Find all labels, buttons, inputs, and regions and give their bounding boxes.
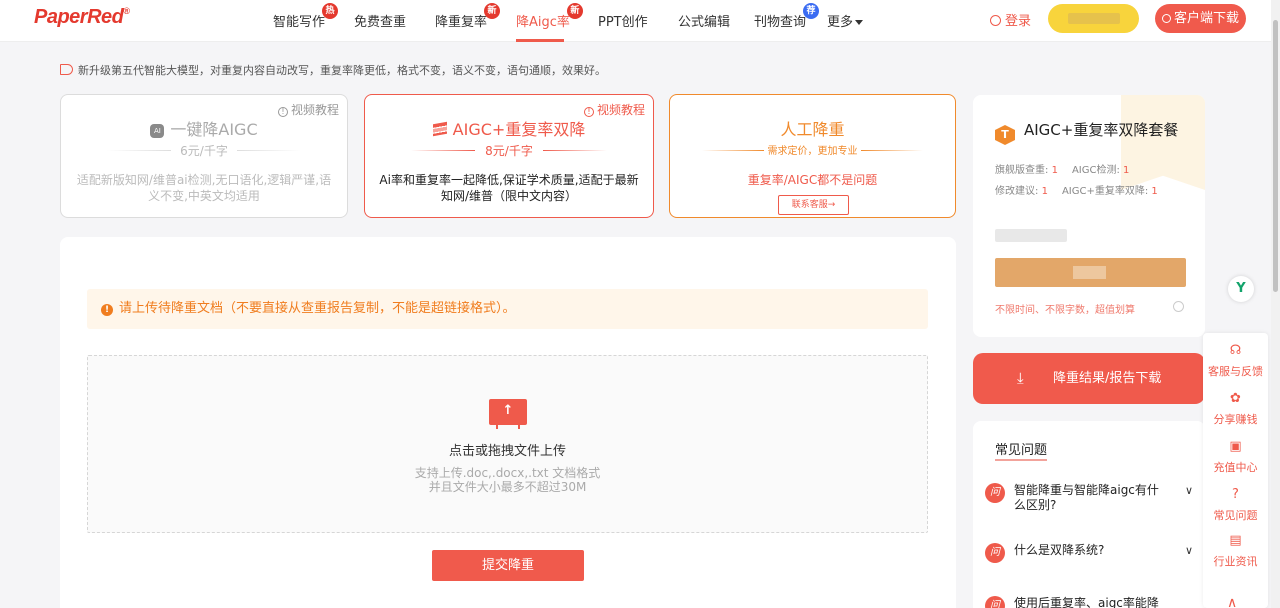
- top-header: PaperRed® 智能写作热 免费查重 降重复率新 降Aigc率新 PPT创作…: [0, 0, 1280, 42]
- upload-title: 点击或拖拽文件上传: [448, 444, 566, 459]
- blurred-text: [1073, 266, 1106, 279]
- download-icon: [1161, 14, 1171, 23]
- card-price: 需求定价，更加专业: [767, 146, 858, 157]
- card-one-click-aigc[interactable]: ! 视频教程 AI 一键降AIGC 6元/千字 适配新版知网/维普ai检测,无口语化…: [60, 94, 348, 218]
- notice-bar: 新升级第五代智能大模型，对重复内容自动改写，重复率降更低，格式不变，语义不变，语…: [60, 62, 606, 78]
- card-price: 8元/千字: [485, 144, 533, 158]
- card-description: 重复率/AIGC都不是问题: [747, 173, 878, 187]
- news-icon: ▤: [1229, 533, 1242, 548]
- nav-free-check[interactable]: 免费查重: [354, 11, 406, 30]
- floating-sidebar: ☊ 客服与反馈 ✿ 分享赚钱 ▣ 充值中心 ? 常见问题 ▤ 行业资讯 ∧: [1203, 333, 1268, 608]
- sidebar-recharge[interactable]: ▣ 充值中心: [1203, 439, 1268, 475]
- package-title: T AIGC+重复率双降套餐: [995, 119, 1178, 145]
- nav-ppt[interactable]: PPT创作: [598, 11, 648, 30]
- upload-panel: ! 请上传待降重文档（不要直接从查重报告复制，不能是超链接格式）。 ↑ 点击或拖拽…: [60, 237, 956, 608]
- upload-hint: 支持上传.doc,.docx,.txt 文档格式 并且文件大小最多不超过30M: [414, 466, 601, 494]
- new-badge: 新: [566, 3, 583, 19]
- upload-board-icon: ↑: [489, 399, 527, 429]
- package-icon: T: [995, 125, 1015, 145]
- assistant-fab[interactable]: Y: [1228, 276, 1254, 302]
- promo-pill[interactable]: [1048, 4, 1139, 33]
- question-badge-icon: 问: [985, 483, 1005, 503]
- paperred-logo[interactable]: PaperRed®: [34, 6, 130, 29]
- back-to-top-icon[interactable]: ∧: [1227, 595, 1237, 608]
- chevron-down-icon: ∨: [1184, 544, 1193, 557]
- active-nav-underline: [516, 39, 564, 42]
- file-dropzone[interactable]: ↑ 点击或拖拽文件上传 支持上传.doc,.docx,.txt 文档格式 并且文件…: [87, 355, 928, 533]
- sidebar-faq[interactable]: ? 常见问题: [1203, 487, 1268, 523]
- question-badge-icon: 问: [985, 596, 1005, 608]
- nav-smart-writing[interactable]: 智能写作热: [273, 3, 339, 30]
- question-icon: ?: [1232, 487, 1239, 502]
- sidebar-share[interactable]: ✿ 分享赚钱: [1203, 391, 1268, 427]
- package-footer: 不限时间、不限字数，超值划算: [995, 305, 1135, 316]
- check-circle-icon[interactable]: [1173, 301, 1184, 312]
- card-title: 人工降重: [780, 120, 845, 139]
- page-scrollbar[interactable]: [1271, 0, 1280, 608]
- card-title: AIGC+重复率双降: [365, 116, 653, 140]
- contact-support-button[interactable]: 联系客服→: [778, 195, 849, 215]
- blurred-text: [1068, 13, 1120, 24]
- package-card: T AIGC+重复率双降套餐 旗舰版查重: 1 AIGC检测: 1 修改建议: 1A…: [973, 95, 1205, 337]
- faq-title: 常见问题: [995, 443, 1048, 461]
- caret-down-icon: [855, 20, 864, 25]
- login-link[interactable]: 登录: [990, 10, 1031, 29]
- card-description: Ai率和重复率一起降低,保证学术质量,适配于最新知网/维普（限中文内容）: [379, 173, 639, 203]
- upload-warning: ! 请上传待降重文档（不要直接从查重报告复制，不能是超链接格式）。: [87, 289, 928, 329]
- recommend-badge: 荐: [803, 3, 820, 19]
- download-report-button[interactable]: ⤓ 降重结果/报告下载: [973, 353, 1205, 404]
- nav-reduce-duplicate[interactable]: 降重复率新: [435, 3, 501, 30]
- ai-icon: AI: [150, 124, 165, 138]
- hot-badge: 热: [322, 3, 339, 19]
- layers-icon: [432, 121, 447, 137]
- sidebar-support[interactable]: ☊ 客服与反馈: [1203, 343, 1268, 379]
- new-badge: 新: [484, 3, 501, 19]
- card-title: AI 一键降AIGC: [61, 116, 347, 140]
- recharge-icon: ▣: [1229, 439, 1242, 454]
- card-description: 适配新版知网/维普ai检测,无口语化,逻辑严谨,语义不变,中英文均适用: [76, 173, 332, 203]
- package-row: 旗舰版查重: 1 AIGC检测: 1: [995, 165, 1130, 176]
- chevron-down-icon: ∨: [1184, 484, 1193, 497]
- card-manual-reduction[interactable]: 人工降重 需求定价，更加专业 重复率/AIGC都不是问题 联系客服→: [669, 94, 956, 218]
- headset-icon: ☊: [1229, 343, 1242, 358]
- client-download-button[interactable]: 客户端下载: [1155, 4, 1246, 33]
- warning-icon: !: [101, 304, 113, 316]
- speaker-icon: [60, 64, 73, 75]
- nav-reduce-aigc[interactable]: 降Aigc率新: [516, 3, 583, 30]
- blurred-price: [995, 229, 1067, 242]
- share-icon: ✿: [1230, 391, 1241, 406]
- buy-package-button[interactable]: [995, 258, 1186, 287]
- nav-more[interactable]: 更多: [827, 11, 864, 30]
- question-badge-icon: 问: [985, 543, 1005, 563]
- nav-formula-editor[interactable]: 公式编辑: [678, 11, 730, 30]
- sidebar-news[interactable]: ▤ 行业资讯: [1203, 533, 1268, 569]
- package-row: 修改建议: 1 AIGC+重复率双降: 1: [995, 186, 1158, 197]
- card-price: 6元/千字: [180, 144, 228, 158]
- user-icon: [990, 15, 1001, 26]
- download-icon: ⤓: [1017, 369, 1024, 387]
- faq-panel: 常见问题 问智能降重与智能降aigc有什么区别? ∨ 问什么是双降系统? ∨ 问使用…: [973, 421, 1205, 608]
- nav-journal-search[interactable]: 刊物查询荐: [754, 3, 820, 30]
- scrollbar-thumb[interactable]: [1273, 20, 1278, 292]
- card-aigc-duplicate-dual[interactable]: ! 视频教程 AIGC+重复率双降 8元/千字 Ai率和重复率一起降低,保证学术质…: [364, 94, 654, 218]
- submit-reduction-button[interactable]: 提交降重: [432, 550, 584, 581]
